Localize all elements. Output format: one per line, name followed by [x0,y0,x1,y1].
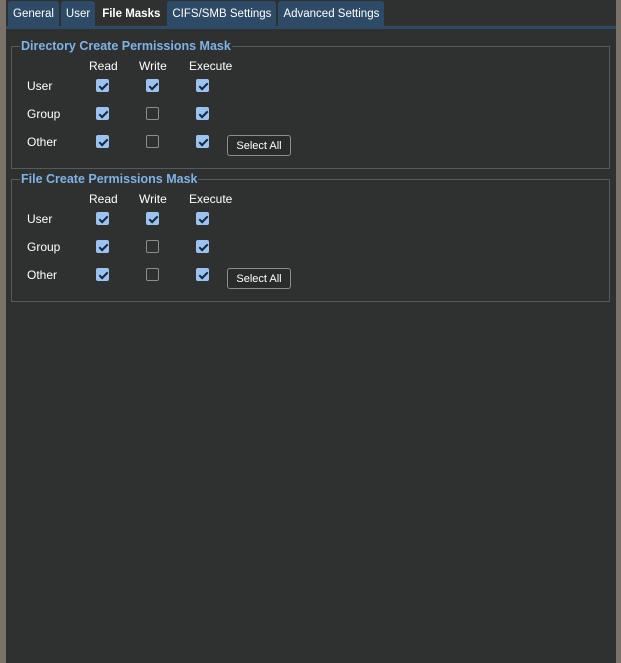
execute-column-header: Execute [189,59,233,73]
file-user-execute-checkbox[interactable] [196,212,209,225]
write-column-header: Write [139,59,167,73]
other-row-label: Other [27,268,58,282]
read-column-header: Read [89,59,118,73]
dir-other-execute-checkbox[interactable] [196,135,209,148]
write-column-header: Write [139,192,167,206]
file-other-write-checkbox[interactable] [146,268,159,281]
dir-group-execute-checkbox[interactable] [196,107,209,120]
tab-cifs-smb-settings[interactable]: CIFS/SMB Settings [167,1,277,26]
directory-mask-title: Directory Create Permissions Mask [21,39,231,53]
file-group-execute-checkbox[interactable] [196,240,209,253]
group-row-label: Group [27,107,61,121]
user-row-label: User [27,212,53,226]
file-user-read-checkbox[interactable] [96,212,109,225]
dir-group-read-checkbox[interactable] [96,107,109,120]
tab-general[interactable]: General [8,1,59,26]
dir-select-all-button[interactable]: Select All [227,135,291,156]
file-mask-title: File Create Permissions Mask [21,172,198,186]
settings-panel: General User File Masks CIFS/SMB Setting… [6,0,616,663]
file-select-all-button[interactable]: Select All [227,268,291,289]
file-user-write-checkbox[interactable] [146,212,159,225]
dir-user-read-checkbox[interactable] [96,79,109,92]
file-other-execute-checkbox[interactable] [196,268,209,281]
tab-user[interactable]: User [60,1,96,26]
dir-other-read-checkbox[interactable] [96,135,109,148]
dir-user-execute-checkbox[interactable] [196,79,209,92]
file-group-write-checkbox[interactable] [146,240,159,253]
tab-underline [6,26,616,29]
group-row-label: Group [27,240,61,254]
other-row-label: Other [27,135,58,149]
dir-other-write-checkbox[interactable] [146,135,159,148]
file-other-read-checkbox[interactable] [96,268,109,281]
execute-column-header: Execute [189,192,233,206]
dir-user-write-checkbox[interactable] [146,79,159,92]
user-row-label: User [27,79,53,93]
dir-group-write-checkbox[interactable] [146,107,159,120]
tab-advanced-settings[interactable]: Advanced Settings [278,1,385,26]
tab-file-masks[interactable]: File Masks [97,1,166,26]
tab-bar: General User File Masks CIFS/SMB Setting… [8,1,385,27]
read-column-header: Read [89,192,118,206]
file-group-read-checkbox[interactable] [96,240,109,253]
